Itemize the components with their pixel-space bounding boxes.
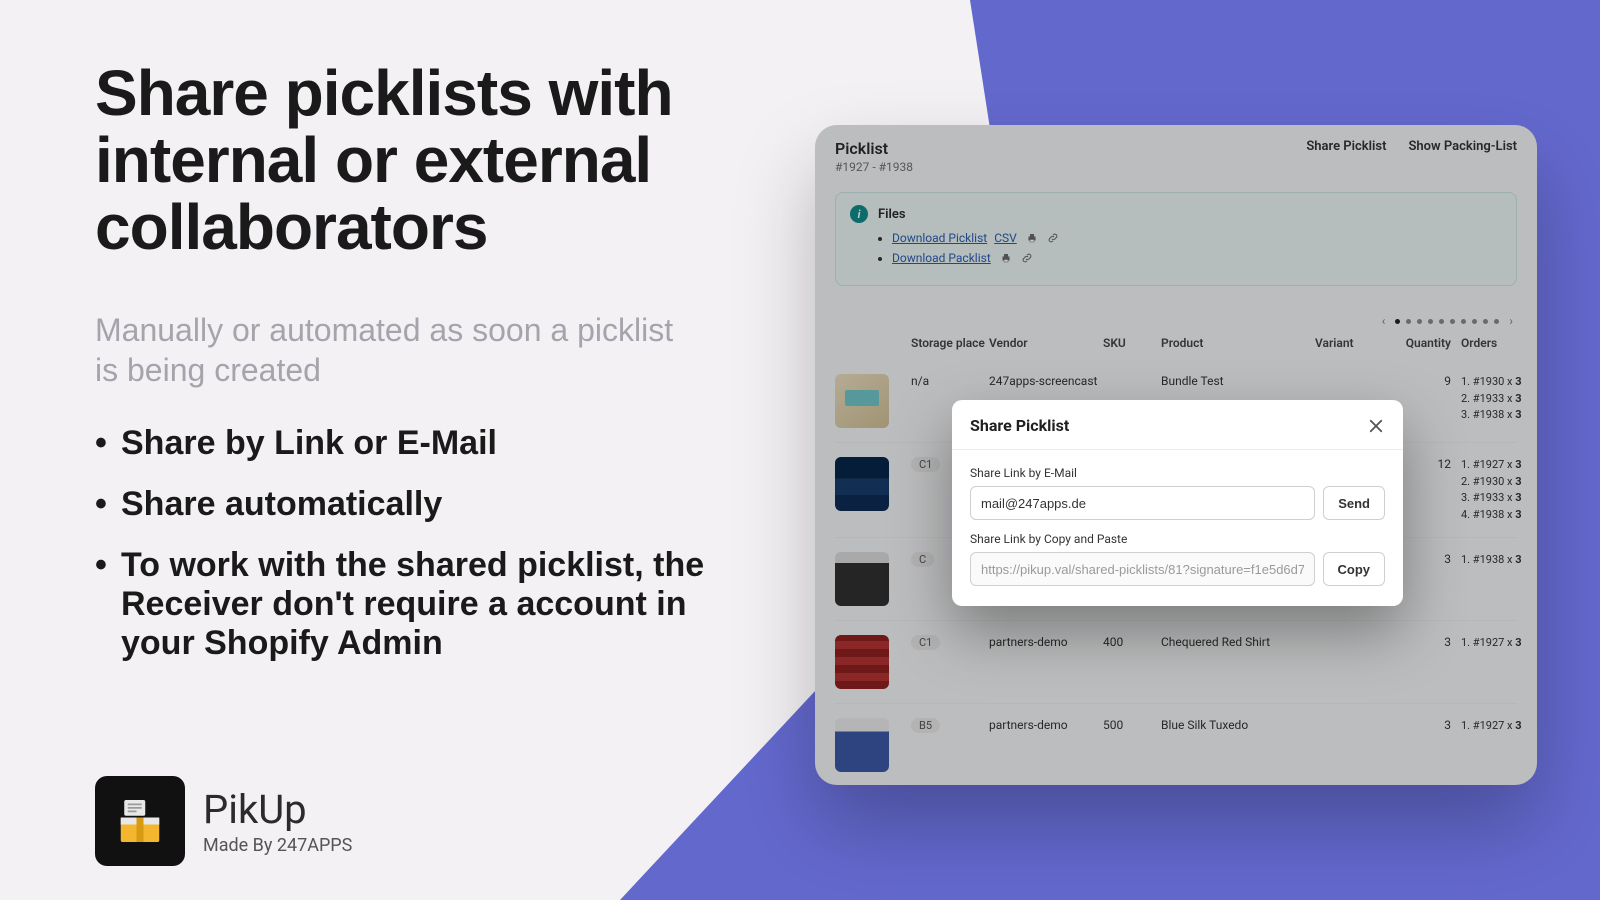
modal-title: Share Picklist — [970, 416, 1069, 435]
brand-subtitle: Made By 247APPS — [203, 835, 352, 856]
feature-bullet: Share by Link or E-Mail — [95, 424, 705, 463]
share-picklist-modal: Share Picklist Share Link by E-Mail Send… — [952, 400, 1403, 606]
share-link-input[interactable] — [970, 552, 1315, 586]
feature-bullets: Share by Link or E-Mail Share automatica… — [95, 424, 705, 663]
brand-name: PikUp — [203, 786, 352, 833]
marketing-column: Share picklists with internal or externa… — [95, 60, 705, 685]
copy-button[interactable]: Copy — [1323, 552, 1386, 586]
box-logo-icon — [112, 793, 168, 849]
headline: Share picklists with internal or externa… — [95, 60, 705, 262]
brand-text: PikUp Made By 247APPS — [203, 786, 352, 856]
link-field-label: Share Link by Copy and Paste — [970, 532, 1385, 546]
brand-row: PikUp Made By 247APPS — [95, 776, 352, 866]
brand-logo — [95, 776, 185, 866]
email-field-label: Share Link by E-Mail — [970, 466, 1385, 480]
subheadline: Manually or automated as soon a picklist… — [95, 310, 705, 390]
feature-bullet: To work with the shared picklist, the Re… — [95, 546, 705, 663]
send-button[interactable]: Send — [1323, 486, 1385, 520]
close-icon[interactable] — [1367, 417, 1385, 435]
feature-bullet: Share automatically — [95, 485, 705, 524]
share-email-input[interactable] — [970, 486, 1315, 520]
